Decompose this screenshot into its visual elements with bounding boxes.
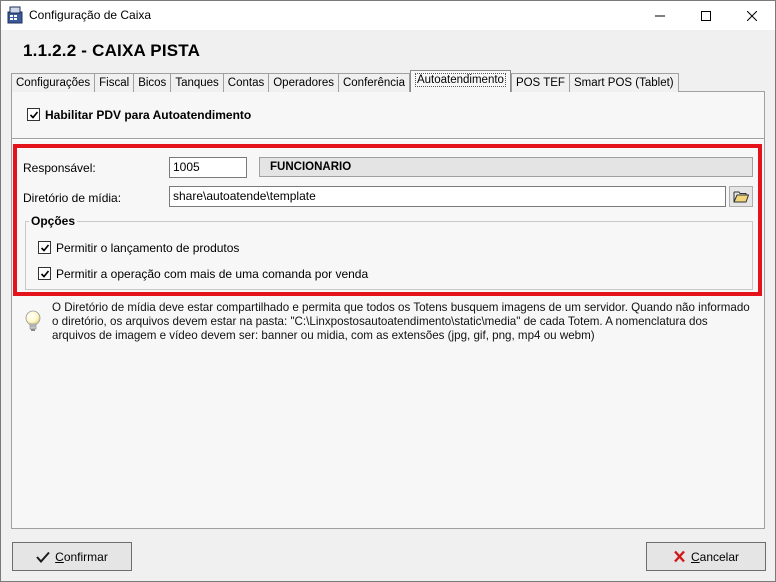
allow-multiple-comandas-checkbox[interactable] <box>38 267 51 280</box>
tab-smart-pos[interactable]: Smart POS (Tablet) <box>568 73 679 92</box>
cancel-x-icon <box>673 550 686 563</box>
folder-open-icon <box>733 191 749 203</box>
responsavel-code-input[interactable]: 1005 <box>169 157 247 178</box>
responsavel-name-field: FUNCIONARIO <box>259 157 753 177</box>
minimize-button[interactable] <box>637 1 683 30</box>
close-button[interactable] <box>729 1 775 30</box>
allow-products-checkbox[interactable] <box>38 241 51 254</box>
tab-strip: Configurações Fiscal Bicos Tanques Conta… <box>11 70 679 92</box>
cash-register-icon <box>7 6 23 24</box>
tab-autoatendimento-label: Autoatendimento <box>414 73 506 87</box>
cancel-button[interactable]: Cancelar <box>646 542 766 571</box>
title-bar[interactable]: Configuração de Caixa <box>1 1 775 30</box>
allow-products-label: Permitir o lançamento de produtos <box>56 241 240 255</box>
divider <box>12 138 764 140</box>
window-title: Configuração de Caixa <box>29 8 152 22</box>
tab-contas[interactable]: Contas <box>222 73 270 92</box>
config-window: Configuração de Caixa 1.1.2.2 - CAIXA PI… <box>0 0 776 582</box>
diretorio-input[interactable]: share\autoatende\template <box>169 186 726 207</box>
responsavel-label: Responsável: <box>23 161 96 175</box>
diretorio-label: Diretório de mídia: <box>23 191 122 205</box>
tab-bicos[interactable]: Bicos <box>133 73 172 92</box>
tab-configuracoes[interactable]: Configurações <box>11 73 96 92</box>
tab-operadores[interactable]: Operadores <box>268 73 339 92</box>
confirm-label: Confirmar <box>55 549 108 564</box>
enable-autoatendimento-checkbox[interactable] <box>27 108 40 121</box>
minimize-icon <box>655 15 665 16</box>
enable-autoatendimento-label: Habilitar PDV para Autoatendimento <box>45 108 252 122</box>
tab-tanques[interactable]: Tanques <box>170 73 224 92</box>
cancel-label: Cancelar <box>690 549 740 564</box>
lightbulb-icon <box>23 309 43 333</box>
page-title: 1.1.2.2 - CAIXA PISTA <box>23 41 201 60</box>
opcoes-title: Opções <box>29 214 78 228</box>
close-icon <box>747 10 757 21</box>
maximize-button[interactable] <box>683 1 729 30</box>
tab-fiscal[interactable]: Fiscal <box>94 73 135 92</box>
browse-folder-button[interactable] <box>729 186 753 207</box>
checkmark-icon <box>40 243 49 252</box>
info-text: O Diretório de mídia deve estar comparti… <box>52 301 750 342</box>
tab-conferencia[interactable]: Conferência <box>337 73 410 92</box>
checkmark-icon <box>36 551 50 563</box>
maximize-icon <box>701 10 711 21</box>
confirm-button[interactable]: Confirmar <box>12 542 132 571</box>
checkmark-icon <box>29 110 38 119</box>
allow-multiple-comandas-label: Permitir a operação com mais de uma coma… <box>56 267 369 281</box>
tab-pos-tef[interactable]: POS TEF <box>510 73 570 92</box>
tab-autoatendimento[interactable]: Autoatendimento <box>409 70 511 92</box>
checkmark-icon <box>40 269 49 278</box>
